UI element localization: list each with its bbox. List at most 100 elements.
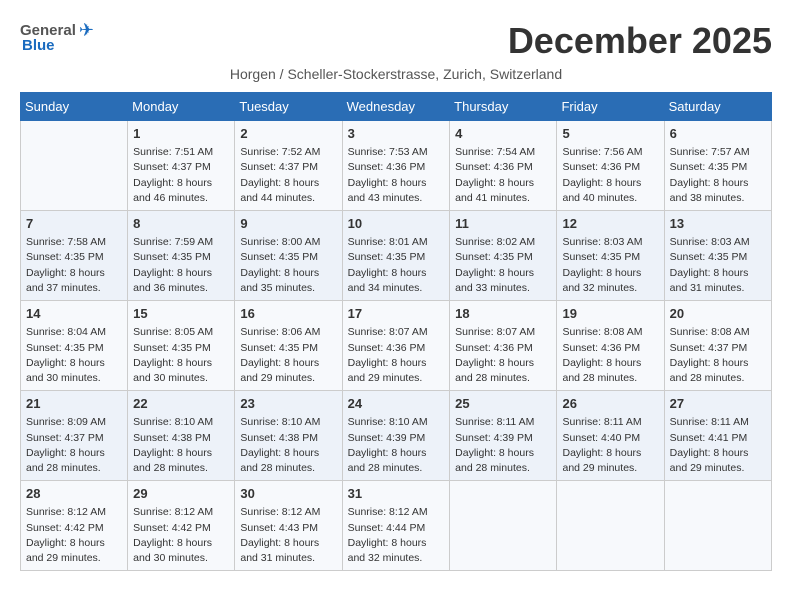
calendar-cell: 22 Sunrise: 8:10 AMSunset: 4:38 PMDayligh… [128, 391, 235, 481]
day-number: 26 [562, 395, 658, 413]
day-info: Sunrise: 8:03 AMSunset: 4:35 PMDaylight:… [670, 235, 766, 296]
day-info: Sunrise: 8:05 AMSunset: 4:35 PMDaylight:… [133, 325, 229, 386]
day-number: 2 [240, 125, 336, 143]
calendar-cell: 8 Sunrise: 7:59 AMSunset: 4:35 PMDaylight… [128, 211, 235, 301]
day-number: 21 [26, 395, 122, 413]
calendar-cell: 31 Sunrise: 8:12 AMSunset: 4:44 PMDayligh… [342, 481, 450, 571]
subtitle: Horgen / Scheller-Stockerstrasse, Zurich… [20, 66, 772, 82]
calendar-cell: 11Sunrise: 8:02 AMSunset: 4:35 PMDayligh… [450, 211, 557, 301]
day-number: 12 [562, 215, 658, 233]
calendar-cell: 1 Sunrise: 7:51 AMSunset: 4:37 PMDaylight… [128, 121, 235, 211]
column-header-thursday: Thursday [450, 93, 557, 121]
day-info: Sunrise: 7:57 AMSunset: 4:35 PMDaylight:… [670, 145, 766, 206]
calendar-cell: 3 Sunrise: 7:53 AMSunset: 4:36 PMDaylight… [342, 121, 450, 211]
calendar-cell: 23 Sunrise: 8:10 AMSunset: 4:38 PMDayligh… [235, 391, 342, 481]
day-info: Sunrise: 8:11 AMSunset: 4:41 PMDaylight:… [670, 415, 766, 476]
day-info: Sunrise: 8:11 AMSunset: 4:39 PMDaylight:… [455, 415, 551, 476]
calendar-cell: 15 Sunrise: 8:05 AMSunset: 4:35 PMDayligh… [128, 301, 235, 391]
day-info: Sunrise: 8:01 AMSunset: 4:35 PMDaylight:… [348, 235, 445, 296]
day-info: Sunrise: 8:08 AMSunset: 4:37 PMDaylight:… [670, 325, 766, 386]
day-number: 15 [133, 305, 229, 323]
day-number: 23 [240, 395, 336, 413]
column-header-tuesday: Tuesday [235, 93, 342, 121]
calendar-cell [664, 481, 771, 571]
day-number: 22 [133, 395, 229, 413]
day-number: 11 [455, 215, 551, 233]
day-number: 28 [26, 485, 122, 503]
day-number: 6 [670, 125, 766, 143]
logo-bird-icon: ✈ [79, 20, 94, 41]
calendar-cell: 9 Sunrise: 8:00 AMSunset: 4:35 PMDaylight… [235, 211, 342, 301]
day-number: 31 [348, 485, 445, 503]
calendar-cell: 12Sunrise: 8:03 AMSunset: 4:35 PMDayligh… [557, 211, 664, 301]
calendar-cell: 16 Sunrise: 8:06 AMSunset: 4:35 PMDayligh… [235, 301, 342, 391]
calendar-cell: 24 Sunrise: 8:10 AMSunset: 4:39 PMDayligh… [342, 391, 450, 481]
day-number: 29 [133, 485, 229, 503]
day-number: 4 [455, 125, 551, 143]
day-info: Sunrise: 8:10 AMSunset: 4:39 PMDaylight:… [348, 415, 445, 476]
column-header-monday: Monday [128, 93, 235, 121]
day-info: Sunrise: 8:10 AMSunset: 4:38 PMDaylight:… [240, 415, 336, 476]
day-number: 8 [133, 215, 229, 233]
calendar-cell: 27Sunrise: 8:11 AMSunset: 4:41 PMDayligh… [664, 391, 771, 481]
column-header-friday: Friday [557, 93, 664, 121]
day-info: Sunrise: 7:53 AMSunset: 4:36 PMDaylight:… [348, 145, 445, 206]
calendar-cell: 18 Sunrise: 8:07 AMSunset: 4:36 PMDayligh… [450, 301, 557, 391]
day-info: Sunrise: 7:59 AMSunset: 4:35 PMDaylight:… [133, 235, 229, 296]
day-number: 5 [562, 125, 658, 143]
day-info: Sunrise: 8:00 AMSunset: 4:35 PMDaylight:… [240, 235, 336, 296]
calendar-cell: 28 Sunrise: 8:12 AMSunset: 4:42 PMDayligh… [21, 481, 128, 571]
calendar-cell: 4Sunrise: 7:54 AMSunset: 4:36 PMDaylight… [450, 121, 557, 211]
day-info: Sunrise: 7:51 AMSunset: 4:37 PMDaylight:… [133, 145, 229, 206]
calendar-cell: 5Sunrise: 7:56 AMSunset: 4:36 PMDaylight… [557, 121, 664, 211]
day-number: 16 [240, 305, 336, 323]
day-number: 7 [26, 215, 122, 233]
calendar-cell: 7 Sunrise: 7:58 AMSunset: 4:35 PMDaylight… [21, 211, 128, 301]
calendar-cell: 19 Sunrise: 8:08 AMSunset: 4:36 PMDayligh… [557, 301, 664, 391]
day-number: 18 [455, 305, 551, 323]
day-number: 3 [348, 125, 445, 143]
day-number: 30 [240, 485, 336, 503]
calendar-cell: 21Sunrise: 8:09 AMSunset: 4:37 PMDayligh… [21, 391, 128, 481]
day-info: Sunrise: 8:04 AMSunset: 4:35 PMDaylight:… [26, 325, 122, 386]
day-info: Sunrise: 8:12 AMSunset: 4:42 PMDaylight:… [26, 505, 122, 566]
calendar-cell: 17Sunrise: 8:07 AMSunset: 4:36 PMDayligh… [342, 301, 450, 391]
day-info: Sunrise: 8:12 AMSunset: 4:43 PMDaylight:… [240, 505, 336, 566]
day-info: Sunrise: 8:12 AMSunset: 4:44 PMDaylight:… [348, 505, 445, 566]
day-number: 19 [562, 305, 658, 323]
month-title: December 2025 [508, 20, 772, 62]
column-header-wednesday: Wednesday [342, 93, 450, 121]
logo-blue-text: Blue [22, 37, 55, 54]
day-info: Sunrise: 8:11 AMSunset: 4:40 PMDaylight:… [562, 415, 658, 476]
day-number: 17 [348, 305, 445, 323]
calendar-cell: 10 Sunrise: 8:01 AMSunset: 4:35 PMDayligh… [342, 211, 450, 301]
logo: General ✈ Blue [20, 20, 94, 54]
day-number: 20 [670, 305, 766, 323]
day-info: Sunrise: 8:07 AMSunset: 4:36 PMDaylight:… [455, 325, 551, 386]
day-number: 25 [455, 395, 551, 413]
day-info: Sunrise: 8:12 AMSunset: 4:42 PMDaylight:… [133, 505, 229, 566]
column-header-saturday: Saturday [664, 93, 771, 121]
day-number: 9 [240, 215, 336, 233]
calendar-cell [21, 121, 128, 211]
day-number: 24 [348, 395, 445, 413]
calendar-cell [450, 481, 557, 571]
day-info: Sunrise: 8:10 AMSunset: 4:38 PMDaylight:… [133, 415, 229, 476]
calendar-table: SundayMondayTuesdayWednesdayThursdayFrid… [20, 92, 772, 571]
calendar-cell: 25 Sunrise: 8:11 AMSunset: 4:39 PMDayligh… [450, 391, 557, 481]
day-number: 13 [670, 215, 766, 233]
day-info: Sunrise: 7:58 AMSunset: 4:35 PMDaylight:… [26, 235, 122, 296]
day-number: 14 [26, 305, 122, 323]
day-info: Sunrise: 8:06 AMSunset: 4:35 PMDaylight:… [240, 325, 336, 386]
calendar-cell: 2 Sunrise: 7:52 AMSunset: 4:37 PMDaylight… [235, 121, 342, 211]
day-info: Sunrise: 7:52 AMSunset: 4:37 PMDaylight:… [240, 145, 336, 206]
calendar-cell: 30 Sunrise: 8:12 AMSunset: 4:43 PMDayligh… [235, 481, 342, 571]
day-number: 10 [348, 215, 445, 233]
calendar-cell: 20 Sunrise: 8:08 AMSunset: 4:37 PMDayligh… [664, 301, 771, 391]
calendar-cell: 13 Sunrise: 8:03 AMSunset: 4:35 PMDayligh… [664, 211, 771, 301]
calendar-cell [557, 481, 664, 571]
day-info: Sunrise: 8:08 AMSunset: 4:36 PMDaylight:… [562, 325, 658, 386]
calendar-cell: 29 Sunrise: 8:12 AMSunset: 4:42 PMDayligh… [128, 481, 235, 571]
day-number: 1 [133, 125, 229, 143]
calendar-cell: 6 Sunrise: 7:57 AMSunset: 4:35 PMDaylight… [664, 121, 771, 211]
